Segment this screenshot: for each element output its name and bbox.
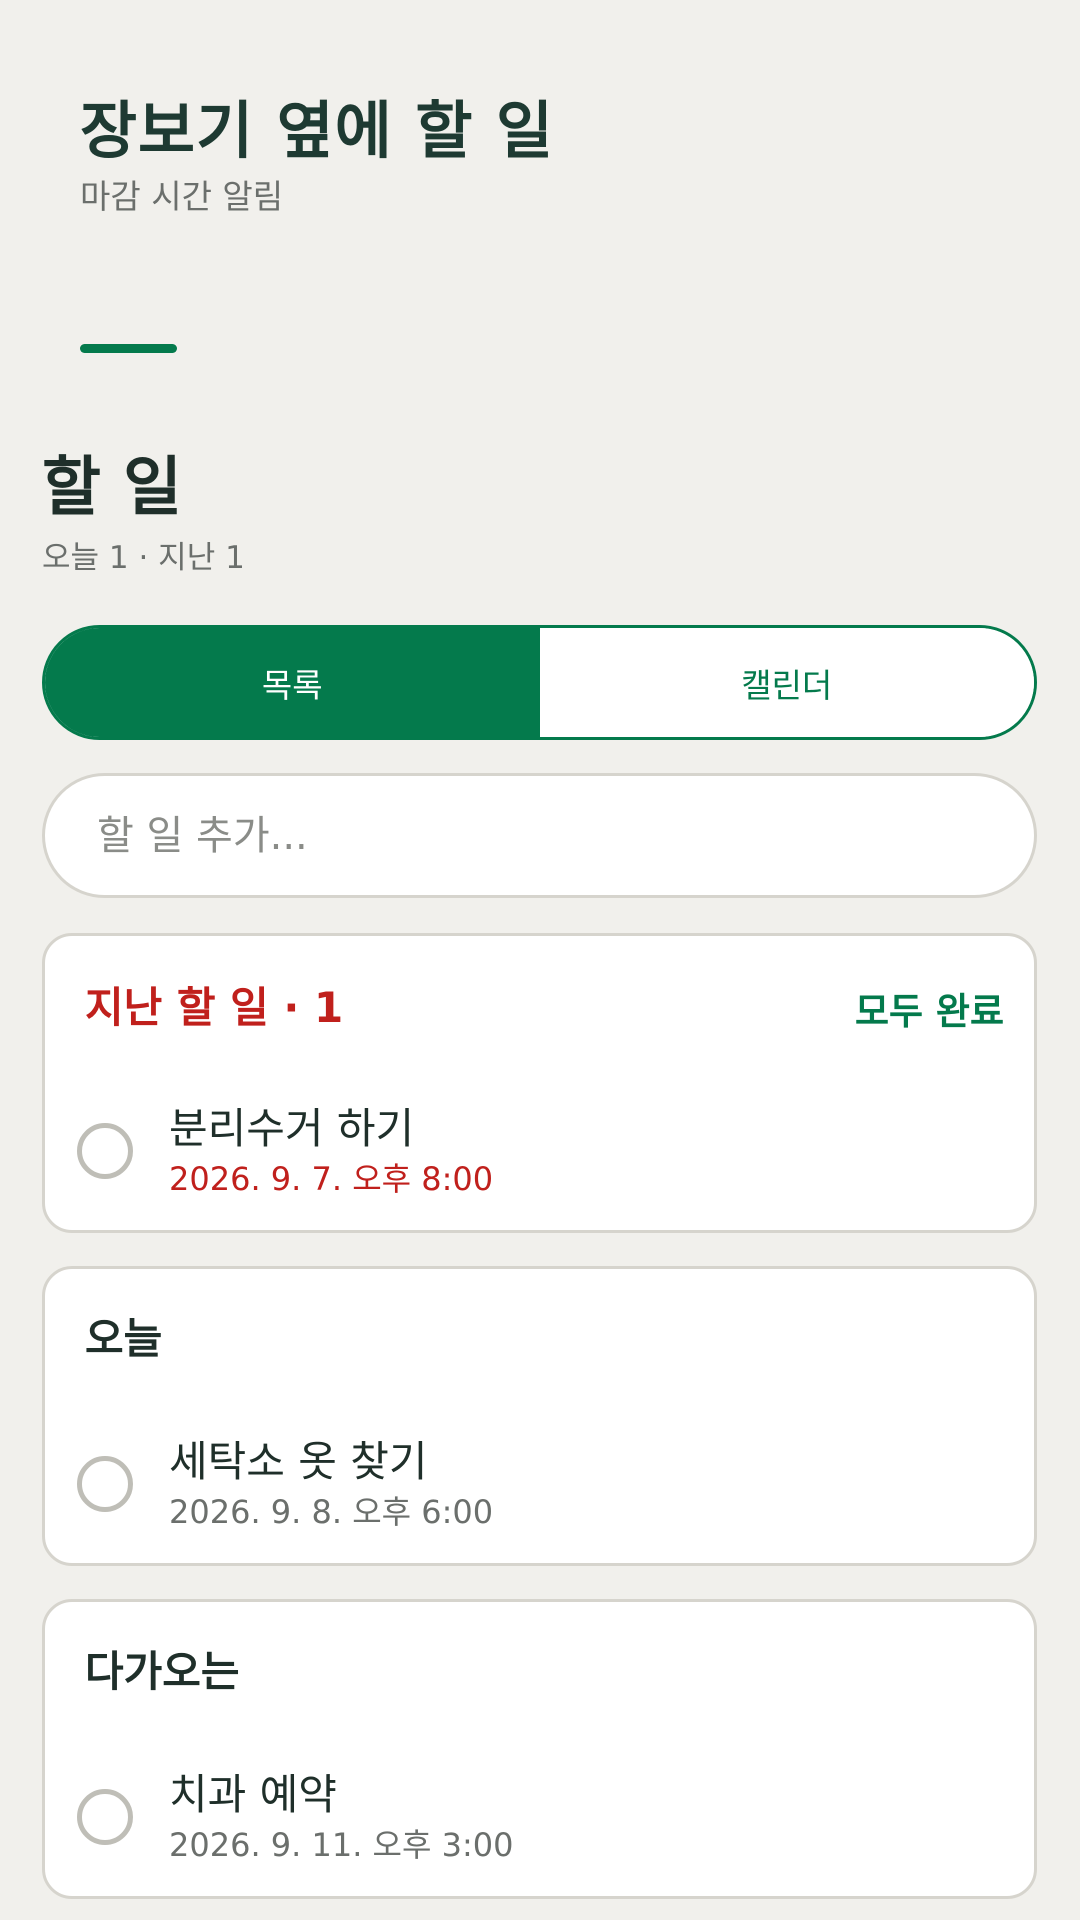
task-checkbox[interactable] (77, 1789, 133, 1845)
calendar-view-tab[interactable]: 캘린더 (539, 628, 1034, 737)
view-toggle: 목록 캘린더 (42, 625, 1037, 740)
add-task-input[interactable] (95, 811, 1034, 860)
task-name: 분리수거 하기 (169, 1104, 415, 1153)
section-header: 할 일 오늘 1 · 지난 1 (42, 450, 245, 578)
overdue-group-title: 지난 할 일 · 1 (85, 983, 344, 1032)
task-count-summary: 오늘 1 · 지난 1 (42, 540, 245, 576)
app-title: 장보기 옆에 할 일 (80, 94, 555, 167)
complete-all-button[interactable]: 모두 완료 (855, 981, 1004, 1035)
overdue-group-card: 지난 할 일 · 1 모두 완료 분리수거 하기 2026. 9. 7. 오후 … (42, 933, 1037, 1233)
upcoming-group-header: 다가오는 (85, 1647, 1004, 1697)
today-group-title: 오늘 (85, 1314, 163, 1363)
task-text: 세탁소 옷 찾기 2026. 9. 8. 오후 6:00 (169, 1436, 493, 1532)
task-row[interactable]: 세탁소 옷 찾기 2026. 9. 8. 오후 6:00 (77, 1429, 1004, 1539)
add-task-field (42, 773, 1037, 898)
task-name: 세탁소 옷 찾기 (169, 1437, 428, 1486)
today-group-card: 오늘 세탁소 옷 찾기 2026. 9. 8. 오후 6:00 (42, 1266, 1037, 1566)
task-due-date: 2026. 9. 11. 오후 3:00 (169, 1826, 514, 1864)
task-name: 치과 예약 (169, 1770, 337, 1819)
task-text: 분리수거 하기 2026. 9. 7. 오후 8:00 (169, 1103, 493, 1199)
overdue-group-header: 지난 할 일 · 1 모두 완료 (85, 981, 1004, 1035)
list-view-tab[interactable]: 목록 (45, 628, 540, 737)
task-checkbox[interactable] (77, 1123, 133, 1179)
today-group-header: 오늘 (85, 1314, 1004, 1364)
task-row[interactable]: 분리수거 하기 2026. 9. 7. 오후 8:00 (77, 1096, 1004, 1206)
task-checkbox[interactable] (77, 1456, 133, 1512)
task-row[interactable]: 치과 예약 2026. 9. 11. 오후 3:00 (77, 1762, 1004, 1872)
upcoming-group-card: 다가오는 치과 예약 2026. 9. 11. 오후 3:00 (42, 1599, 1037, 1899)
upcoming-group-title: 다가오는 (85, 1647, 240, 1696)
header-accent-divider (80, 344, 177, 353)
task-due-date: 2026. 9. 7. 오후 8:00 (169, 1160, 494, 1198)
task-text: 치과 예약 2026. 9. 11. 오후 3:00 (169, 1769, 513, 1865)
app-subtitle: 마감 시간 알림 (80, 177, 284, 216)
app-header: 장보기 옆에 할 일 마감 시간 알림 (80, 95, 554, 217)
task-due-date: 2026. 9. 8. 오후 6:00 (169, 1493, 494, 1531)
section-title: 할 일 (42, 451, 183, 525)
